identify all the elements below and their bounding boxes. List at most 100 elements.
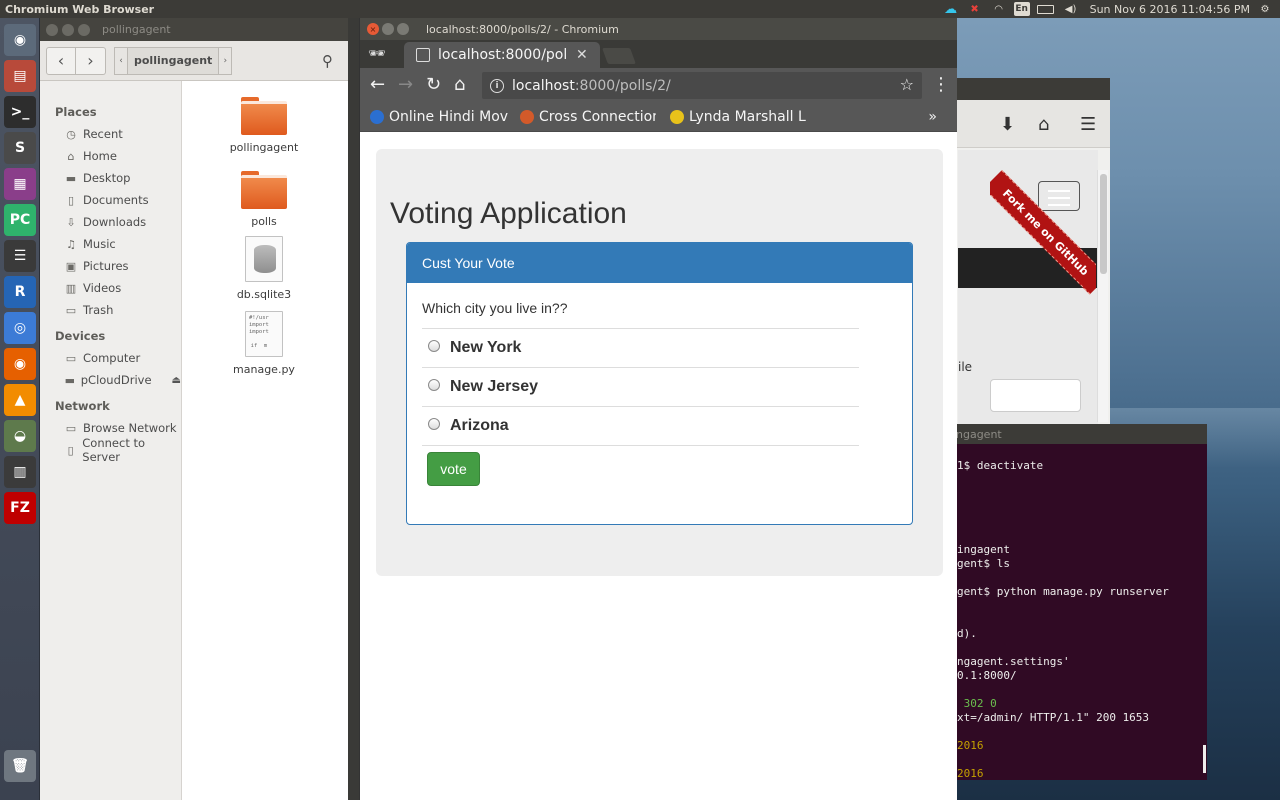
- file-item[interactable]: #!/usr import import if m manage.py: [204, 311, 324, 376]
- new-tab-button[interactable]: [602, 48, 636, 64]
- back-arrow-icon[interactable]: ←: [370, 74, 385, 95]
- sidebar-item-recent[interactable]: ◷ Recent: [40, 123, 181, 145]
- r-icon[interactable]: R: [4, 276, 36, 308]
- minimize-icon[interactable]: [62, 23, 74, 36]
- file-item[interactable]: pollingagent: [204, 97, 324, 154]
- filezilla-icon[interactable]: FZ: [4, 492, 36, 524]
- home-icon[interactable]: ⌂: [1038, 114, 1049, 135]
- places-header: Places: [55, 105, 97, 119]
- chromium-icon[interactable]: ◎: [4, 312, 36, 344]
- firefox-icon[interactable]: ◉: [4, 348, 36, 380]
- breadcrumb-scroll-left[interactable]: ‹: [114, 46, 128, 75]
- sidebar-item-label: Home: [83, 149, 117, 163]
- downloads-icon: ⇩: [66, 215, 76, 229]
- menu-icon[interactable]: ☰: [1080, 114, 1096, 135]
- minimize-icon[interactable]: [382, 23, 394, 35]
- sidebar-item-videos[interactable]: ▥ Videos: [40, 277, 181, 299]
- breadcrumb[interactable]: pollingagent: [128, 46, 219, 75]
- bookmark-star-icon[interactable]: ☆: [900, 75, 914, 94]
- menu-kebab-icon[interactable]: ⋮: [932, 74, 950, 95]
- choice-row[interactable]: New Jersey: [422, 367, 859, 406]
- partial-input-field[interactable]: [990, 379, 1081, 412]
- bookmarks-overflow-icon[interactable]: »: [928, 109, 937, 125]
- search-icon[interactable]: ⚲: [322, 52, 333, 70]
- vlc-icon[interactable]: ▲: [4, 384, 36, 416]
- maximize-icon[interactable]: [78, 23, 90, 36]
- file-item[interactable]: db.sqlite3: [204, 236, 324, 301]
- server-icon[interactable]: ☰: [4, 240, 36, 272]
- clock[interactable]: Sun Nov 6 2016 11:04:56 PM: [1090, 3, 1250, 16]
- bookmark-item[interactable]: Cross Connection: [520, 109, 656, 125]
- sidebar-item-downloads[interactable]: ⇩ Downloads: [40, 211, 181, 233]
- chevron-left-icon: ‹: [57, 51, 65, 70]
- terminal-line: gent$ python manage.py runserver: [957, 585, 1169, 598]
- site-info-icon[interactable]: i: [490, 78, 504, 93]
- bookmark-item[interactable]: Online Hindi Mov: [370, 109, 508, 125]
- terminal-icon[interactable]: >_: [4, 96, 36, 128]
- bookmark-label: Cross Connection: [539, 109, 656, 125]
- tab-close-icon[interactable]: ✕: [576, 47, 588, 63]
- sidebar-item-pclouddrive[interactable]: ▬ pCloudDrive ⏏: [40, 369, 181, 391]
- sidebar-item-music[interactable]: ♫ Music: [40, 233, 181, 255]
- panel-heading: Cust Your Vote: [407, 243, 912, 283]
- trash-icon[interactable]: 🗑: [4, 750, 36, 782]
- choice-radio[interactable]: [428, 379, 440, 391]
- choice-radio[interactable]: [428, 418, 440, 430]
- terminal-line: d).: [957, 627, 977, 640]
- sidebar-item-documents[interactable]: ▯ Documents: [40, 189, 181, 211]
- workspace-icon[interactable]: ▥: [4, 456, 36, 488]
- bookmark-favicon-icon: [370, 110, 384, 124]
- choice-radio[interactable]: [428, 340, 440, 352]
- keyboard-language-indicator[interactable]: En: [1013, 2, 1030, 16]
- download-icon[interactable]: ⬇: [1000, 114, 1015, 135]
- vote-button[interactable]: vote: [427, 452, 480, 486]
- sublime-icon[interactable]: S: [4, 132, 36, 164]
- battery-icon[interactable]: [1036, 2, 1056, 16]
- drive-icon: ▬: [64, 373, 76, 387]
- choice-label: New York: [450, 339, 522, 356]
- music-icon: ♫: [66, 237, 76, 251]
- wifi-icon[interactable]: ◠: [990, 2, 1008, 16]
- cloud-sync-icon[interactable]: ☁: [942, 2, 960, 17]
- file-item[interactable]: polls: [204, 171, 324, 228]
- incognito-icon: 🕶: [368, 46, 386, 62]
- terminal-line: 2016: [957, 739, 984, 752]
- reload-icon[interactable]: ↻: [426, 74, 441, 95]
- sidebar-item-pictures[interactable]: ▣ Pictures: [40, 255, 181, 277]
- sidebar-item-computer[interactable]: ▭ Computer: [40, 347, 181, 369]
- choice-row[interactable]: Arizona: [422, 406, 859, 445]
- sidebar-item-trash[interactable]: ▭ Trash: [40, 299, 181, 321]
- back-button[interactable]: ‹: [46, 46, 76, 75]
- dash-icon[interactable]: ◉: [4, 24, 36, 56]
- forward-button[interactable]: ›: [76, 46, 106, 75]
- sidebar-item-desktop[interactable]: ▬ Desktop: [40, 167, 181, 189]
- tab-active[interactable]: localhost:8000/poll ✕: [404, 42, 600, 68]
- maximize-icon[interactable]: [397, 23, 409, 35]
- close-icon[interactable]: ×: [367, 23, 379, 35]
- sidebar-item-home[interactable]: ⌂ Home: [40, 145, 181, 167]
- forward-arrow-icon[interactable]: →: [398, 74, 413, 95]
- address-bar[interactable]: i localhost:8000/polls/2/ ☆: [482, 72, 922, 99]
- choice-row[interactable]: New York: [422, 328, 859, 367]
- monitor-icon[interactable]: ◒: [4, 420, 36, 452]
- file-name: db.sqlite3: [236, 288, 292, 301]
- app-icon[interactable]: ▦: [4, 168, 36, 200]
- power-gear-icon[interactable]: ⚙: [1256, 2, 1274, 16]
- close-icon[interactable]: [46, 23, 58, 36]
- url-text[interactable]: localhost:8000/polls/2/: [512, 78, 671, 94]
- firefox-scrollbar[interactable]: [1097, 170, 1108, 422]
- github-ribbon[interactable]: Fork me on GitHub: [990, 170, 1096, 300]
- volume-icon[interactable]: ◀): [1062, 2, 1080, 16]
- eject-icon[interactable]: ⏏: [172, 375, 181, 386]
- bookmark-item[interactable]: Lynda Marshall L: [670, 109, 806, 125]
- files-icon[interactable]: ▤: [4, 60, 36, 92]
- sidebar-item-label: Pictures: [83, 259, 129, 273]
- sidebar-item-connect-to-server[interactable]: ▯ Connect to Server: [40, 436, 181, 464]
- page-favicon-icon: [416, 48, 430, 62]
- breadcrumb-scroll-right[interactable]: ›: [218, 46, 233, 75]
- pycharm-icon[interactable]: PC: [4, 204, 36, 236]
- notification-icon[interactable]: ✖: [966, 2, 984, 16]
- terminal-line: 302 0: [957, 697, 997, 710]
- home-icon[interactable]: ⌂: [454, 74, 465, 95]
- unity-launcher: ◉ ▤ >_ S ▦ PC ☰ R ◎ ◉ ▲ ◒ ▥ FZ 🗑: [0, 18, 40, 800]
